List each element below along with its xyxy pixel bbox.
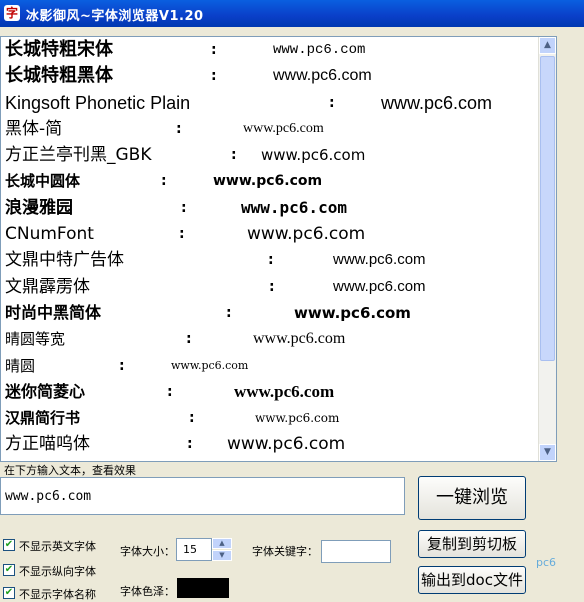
font-preview-list[interactable]: 长城特粗宋体: www.pc6.com 长城特粗黑体: www.pc6.com King…	[0, 36, 557, 462]
hide-vertical-label: 不显示纵向字体	[19, 565, 96, 578]
row-separator: :	[186, 331, 192, 348]
font-sample-text: www.pc6.com	[213, 173, 323, 190]
font-sample-text: www.pc6.com	[261, 146, 366, 165]
font-sample-text: www.pc6.com	[273, 42, 366, 58]
font-sample-text: www.pc6.com	[241, 197, 347, 217]
font-sample-text: www.pc6.com	[273, 67, 372, 85]
font-sample-text: www.pc6.com	[253, 330, 346, 348]
font-name: 文鼎霹雳体	[5, 276, 90, 297]
row-separator: :	[226, 304, 232, 321]
hide-english-label: 不显示英文字体	[19, 540, 96, 553]
title-bar[interactable]: 字 冰影御风~字体浏览器V1.20	[0, 0, 584, 27]
row-separator: :	[269, 278, 275, 295]
font-sample-text: www.pc6.com	[243, 120, 324, 136]
row-separator: :	[268, 252, 274, 269]
export-doc-button[interactable]: 输出到doc文件	[418, 566, 526, 594]
font-list-item[interactable]: 汉鼎简行书: www.pc6.com	[1, 405, 556, 431]
font-rows: 长城特粗宋体: www.pc6.com 长城特粗黑体: www.pc6.com King…	[1, 37, 556, 458]
scroll-thumb[interactable]	[540, 56, 555, 361]
font-name: 浪漫雅园	[5, 197, 73, 218]
font-list-item[interactable]: 方正喵呜体: www.pc6.com	[1, 431, 556, 457]
font-name: CNumFont	[5, 224, 94, 245]
font-list-item[interactable]: 黑体-简: www.pc6.com	[1, 116, 556, 142]
font-size-label: 字体大小：	[120, 545, 175, 558]
hide-vertical-checkbox[interactable]: ✔	[3, 564, 15, 576]
preview-text-input[interactable]: www.pc6.com	[0, 477, 405, 515]
font-sample-text: www.pc6.com	[227, 434, 346, 455]
font-name: 晴圆	[5, 356, 36, 375]
hide-font-name-label: 不显示字体名称	[19, 588, 96, 601]
keyword-input[interactable]	[321, 540, 391, 563]
vertical-scrollbar[interactable]: ▲ ▼	[538, 37, 556, 461]
font-list-item[interactable]: 文鼎霹雳体: www.pc6.com	[1, 274, 556, 300]
row-separator: :	[179, 226, 185, 243]
input-hint: 在下方输入文本，查看效果	[4, 464, 136, 477]
font-sample-text: www.pc6.com	[247, 224, 366, 245]
copy-to-clipboard-button[interactable]: 复制到剪切板	[418, 530, 526, 558]
font-list-item[interactable]: 长城特粗黑体: www.pc6.com	[1, 63, 556, 89]
row-separator: :	[187, 436, 193, 453]
font-name: Kingsoft Phonetic Plain	[5, 92, 191, 113]
row-separator: :	[211, 68, 217, 85]
font-name: 迷你简菱心	[5, 381, 86, 401]
font-sample-text: www.pc6.com	[234, 381, 335, 401]
keyword-label: 字体关键字：	[252, 545, 318, 558]
font-name: 汉鼎简行书	[5, 409, 81, 428]
row-separator: :	[211, 42, 217, 58]
font-name: 晴圆等宽	[5, 330, 66, 349]
font-list-item[interactable]: Kingsoft Phonetic Plain: www.pc6.com	[1, 90, 556, 116]
scroll-up-icon[interactable]: ▲	[539, 37, 556, 54]
font-sample-text: www.pc6.com	[294, 303, 411, 322]
row-separator: :	[167, 383, 173, 400]
row-separator: :	[329, 94, 335, 111]
font-sample-text: www.pc6.com	[171, 358, 249, 372]
font-sample-text: www.pc6.com	[381, 92, 493, 113]
font-list-item[interactable]: 晴圆: www.pc6.com	[1, 353, 556, 379]
font-list-item[interactable]: 浪漫雅园: www.pc6.com	[1, 195, 556, 221]
font-list-item[interactable]: 方正兰亭刊黑_GBK: www.pc6.com	[1, 142, 556, 168]
font-list-item[interactable]: 迷你简菱心: www.pc6.com	[1, 379, 556, 405]
row-separator: :	[189, 410, 195, 427]
font-sample-text: www.pc6.com	[333, 251, 426, 269]
font-list-item[interactable]: 长城特粗宋体: www.pc6.com	[1, 37, 556, 63]
row-separator: :	[119, 357, 125, 374]
font-name: 方正喵呜体	[5, 434, 90, 455]
font-list-item[interactable]: 文鼎中特广告体: www.pc6.com	[1, 247, 556, 273]
row-separator: :	[176, 120, 182, 137]
browse-button[interactable]: 一键浏览	[418, 476, 526, 520]
font-name: 文鼎中特广告体	[5, 250, 124, 271]
font-list-item[interactable]: 长城中圆体: www.pc6.com	[1, 168, 556, 194]
font-name: 长城中圆体	[5, 172, 81, 191]
hide-font-name-checkbox[interactable]: ✔	[3, 587, 15, 599]
row-separator: :	[181, 199, 187, 216]
window-title: 冰影御风~字体浏览器V1.20	[26, 9, 204, 24]
font-name: 长城特粗黑体	[5, 65, 113, 87]
font-color-swatch[interactable]	[177, 578, 229, 598]
font-list-item[interactable]: 晴圆等宽: www.pc6.com	[1, 326, 556, 352]
spin-up-icon[interactable]: ▲	[212, 538, 232, 549]
font-sample-text: www.pc6.com	[255, 411, 340, 426]
hide-english-checkbox[interactable]: ✔	[3, 539, 15, 551]
font-color-label: 字体色泽：	[120, 585, 175, 598]
font-name: 长城特粗宋体	[5, 39, 113, 60]
font-name: 方正兰亭刊黑_GBK	[5, 145, 152, 166]
font-name: 时尚中黑简体	[5, 302, 102, 322]
font-sample-text: www.pc6.com	[333, 277, 426, 295]
font-list-item[interactable]: CNumFont: www.pc6.com	[1, 221, 556, 247]
font-name: 黑体-简	[5, 118, 63, 139]
row-separator: :	[161, 173, 167, 190]
app-icon: 字	[4, 5, 20, 21]
font-size-input[interactable]: 15	[176, 538, 212, 561]
spin-down-icon[interactable]: ▼	[212, 550, 232, 561]
scroll-down-icon[interactable]: ▼	[539, 444, 556, 461]
watermark: pc6	[536, 556, 557, 569]
font-list-item[interactable]: 时尚中黑简体: www.pc6.com	[1, 300, 556, 326]
row-separator: :	[231, 147, 237, 164]
